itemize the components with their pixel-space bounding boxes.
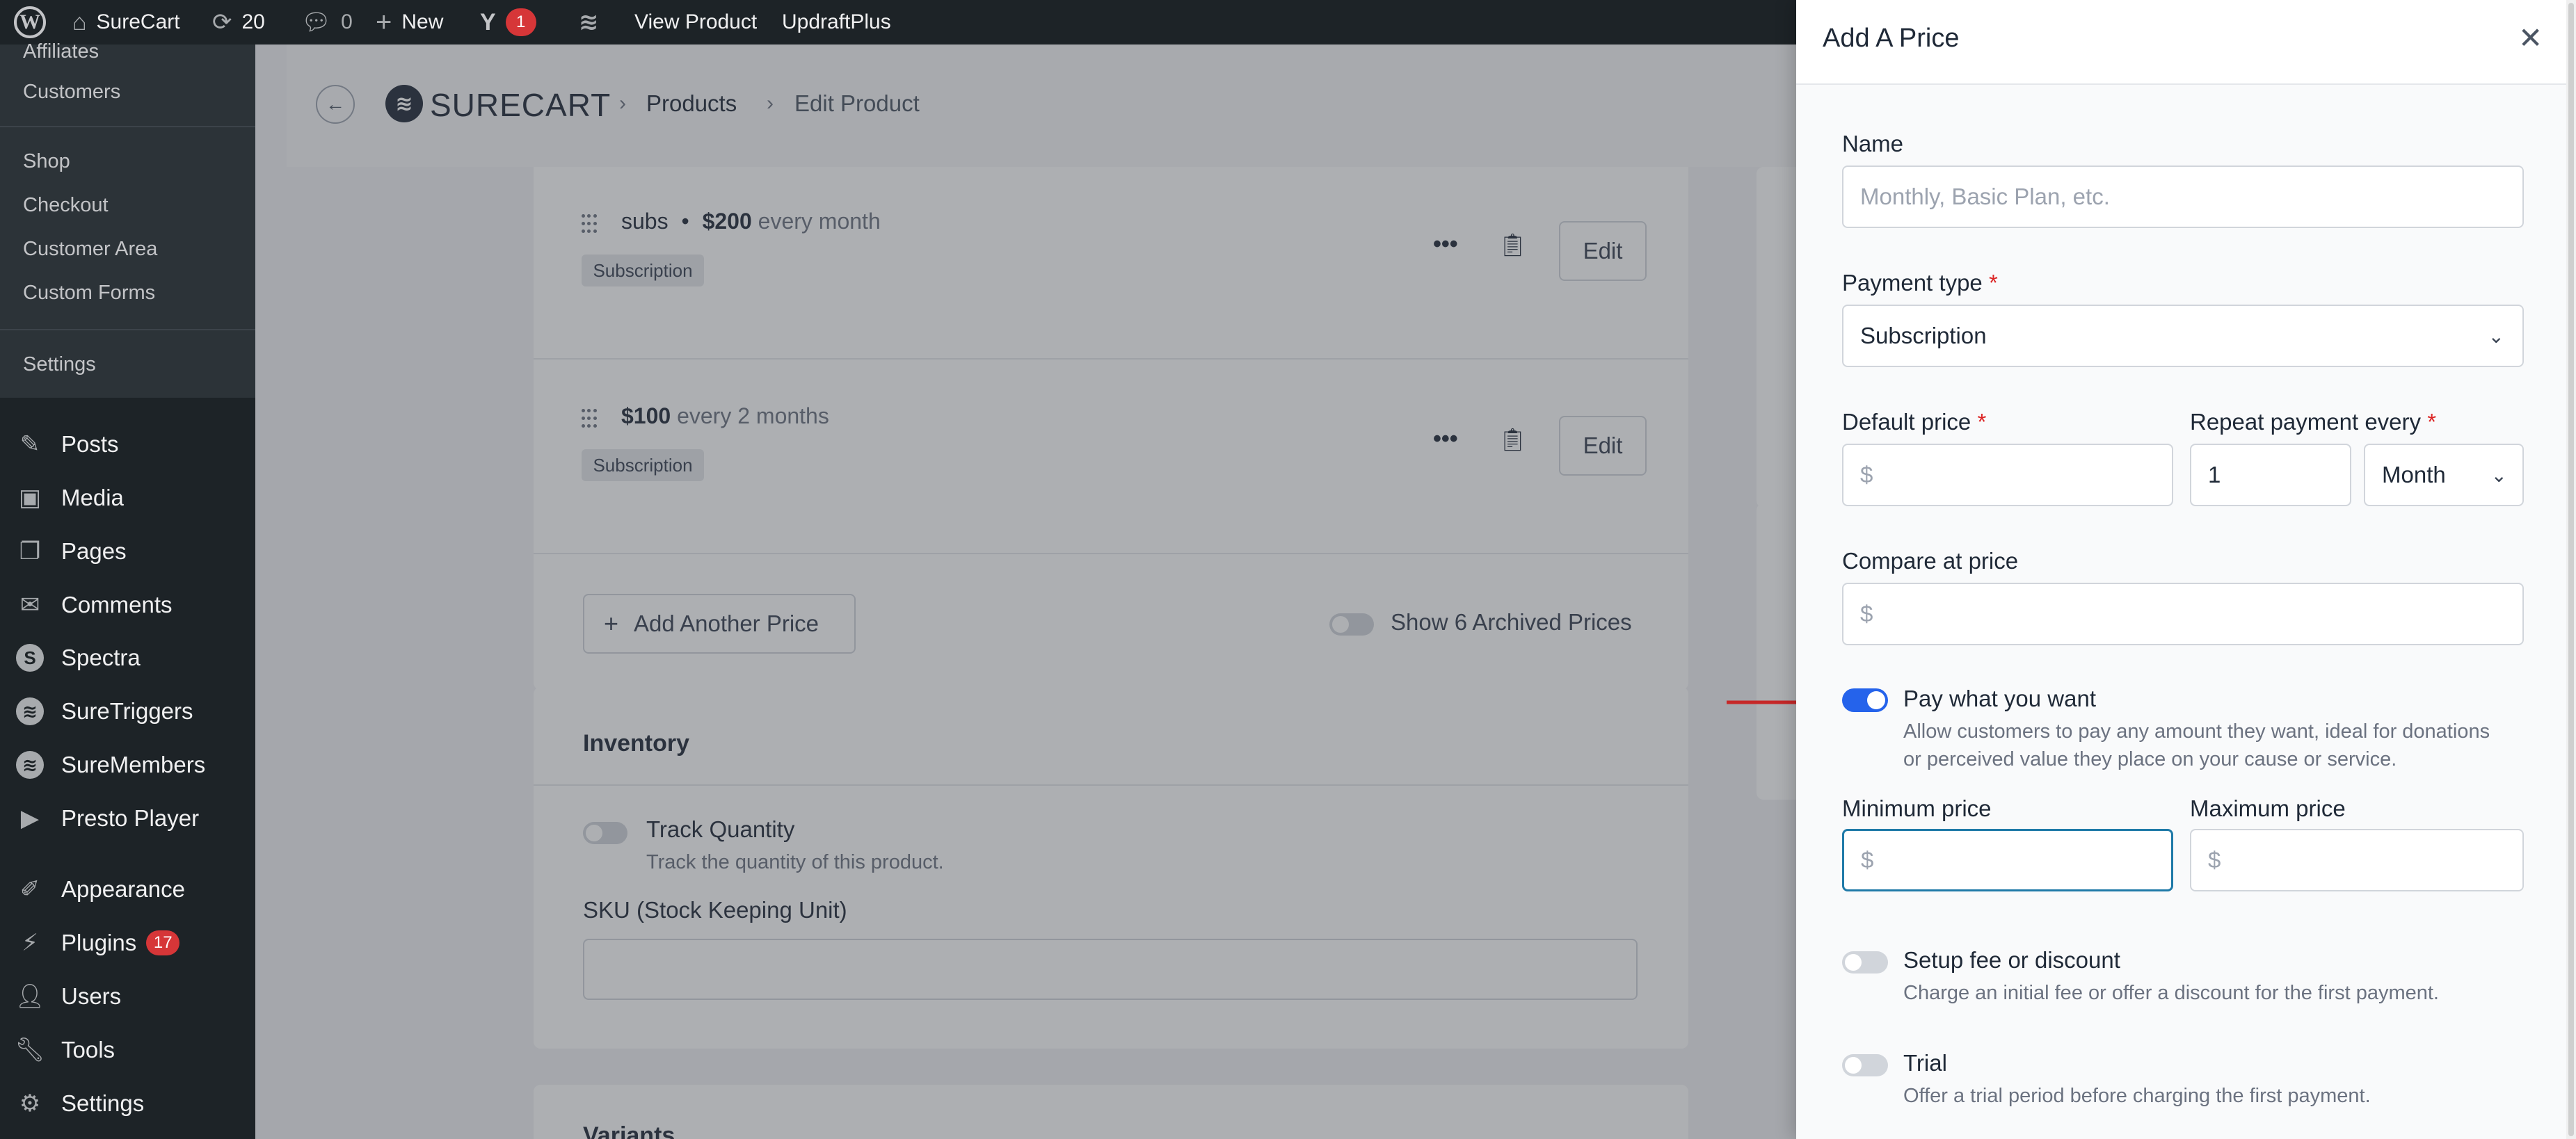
submenu-customer-area[interactable]: Customer Area <box>23 238 157 261</box>
default-price-label: Default price * <box>1842 409 1987 435</box>
close-icon[interactable]: ✕ <box>2518 21 2543 55</box>
sidebar-item-suretriggers[interactable]: ≋ SureTriggers <box>15 690 193 732</box>
suretriggers-icon: ≋ <box>15 697 45 726</box>
minimum-price-input[interactable]: $ <box>1842 829 2173 891</box>
media-icon: ▣ <box>18 485 42 511</box>
surecart-adminbar-icon[interactable]: ≋ <box>579 0 609 45</box>
repeat-interval-input[interactable]: 1 <box>2190 444 2351 506</box>
wordpress-logo-icon[interactable]: W <box>14 0 46 45</box>
sidebar-item-posts[interactable]: ✎ Posts <box>15 423 119 465</box>
comment-bubble-icon: 💬︎ <box>301 9 332 35</box>
user-icon: 👤︎ <box>15 983 45 1010</box>
repeat-unit-select[interactable]: Month ⌄ <box>2364 444 2524 506</box>
payment-type-label: Payment type * <box>1842 270 1998 296</box>
setup-fee-toggle[interactable] <box>1842 951 1888 974</box>
plug-icon: ⚡︎ <box>22 930 38 956</box>
submenu-settings[interactable]: Settings <box>23 353 96 376</box>
pay-what-you-want-label: Pay what you want <box>1903 686 2096 711</box>
updates-link[interactable]: ⟳ 20 <box>212 0 265 45</box>
plus-icon: + <box>376 6 392 38</box>
surecart-submenu: Affiliates Customers Shop Checkout Custo… <box>0 40 255 398</box>
sidebar-item-suremembers[interactable]: ≋ SureMembers <box>15 744 205 786</box>
submenu-shop[interactable]: Shop <box>23 150 70 173</box>
default-price-input[interactable]: $ <box>1842 444 2173 506</box>
chevron-down-icon: ⌄ <box>2490 464 2507 486</box>
chevron-down-icon: ⌄ <box>2488 325 2504 347</box>
settings-icon: ⚙ <box>19 1090 41 1117</box>
sidebar-item-media[interactable]: ▣ Media <box>15 477 124 519</box>
sidebar-item-appearance[interactable]: ✐ Appearance <box>15 869 185 910</box>
comments-icon: ✉ <box>19 592 40 618</box>
yoast-link[interactable]: Y 1 <box>480 0 536 45</box>
trial-description: Offer a trial period before charging the… <box>1903 1085 2371 1107</box>
sidebar-item-tools[interactable]: 🔧︎ Tools <box>15 1029 115 1071</box>
modal-overlay[interactable] <box>255 45 1796 1139</box>
site-name-link[interactable]: ⌂ SureCart <box>72 0 180 45</box>
submenu-divider <box>0 329 255 330</box>
setup-fee-description: Charge an initial fee or offer a discoun… <box>1903 982 2439 1004</box>
suremembers-icon: ≋ <box>15 750 45 779</box>
minimum-price-label: Minimum price <box>1842 795 1992 821</box>
sidebar-item-plugins[interactable]: ⚡︎ Plugins 17 <box>15 922 180 964</box>
repeat-payment-label: Repeat payment every * <box>2190 409 2437 435</box>
sidebar-item-users[interactable]: 👤︎ Users <box>15 976 121 1017</box>
plugins-update-badge: 17 <box>146 930 180 955</box>
compare-at-price-input[interactable]: $ <box>1842 583 2524 645</box>
maximum-price-label: Maximum price <box>2190 795 2346 821</box>
sidebar-item-pages[interactable]: ❐ Pages <box>15 531 127 572</box>
comments-link[interactable]: 💬︎ 0 <box>301 0 353 45</box>
sidebar-item-comments[interactable]: ✉ Comments <box>15 584 173 626</box>
yoast-icon: Y <box>480 8 496 35</box>
sidebar-item-settings[interactable]: ⚙ Settings <box>15 1083 145 1124</box>
trial-toggle[interactable] <box>1842 1054 1888 1076</box>
setup-fee-label: Setup fee or discount <box>1903 947 2120 973</box>
submenu-custom-forms[interactable]: Custom Forms <box>23 282 155 305</box>
pin-icon: ✎ <box>19 431 40 458</box>
drawer-scrollbar[interactable] <box>2566 0 2576 1139</box>
updraftplus-link[interactable]: UpdraftPlus <box>782 0 891 45</box>
refresh-icon: ⟳ <box>212 9 232 35</box>
home-icon: ⌂ <box>72 8 87 35</box>
name-label: Name <box>1842 131 1904 156</box>
new-content-link[interactable]: + New <box>376 0 443 45</box>
drawer-title: Add A Price <box>1823 24 1960 53</box>
brush-icon: ✐ <box>19 876 40 903</box>
pay-what-you-want-toggle[interactable] <box>1842 688 1888 712</box>
payment-type-select[interactable]: Subscription ⌄ <box>1842 305 2524 367</box>
play-icon: ▶ <box>20 805 40 832</box>
pages-icon: ❐ <box>19 538 41 565</box>
submenu-affiliates[interactable]: Affiliates <box>23 40 99 63</box>
sidebar-item-presto-player[interactable]: ▶ Presto Player <box>15 798 199 839</box>
pay-what-you-want-description: Allow customers to pay any amount they w… <box>1903 720 2490 770</box>
admin-sidebar: Affiliates Customers Shop Checkout Custo… <box>0 40 255 1139</box>
wrench-icon: 🔧︎ <box>15 1037 45 1063</box>
compare-at-price-label: Compare at price <box>1842 548 2019 574</box>
trial-label: Trial <box>1903 1050 1947 1076</box>
drawer-body: Name Monthly, Basic Plan, etc. Payment t… <box>1796 85 2576 1139</box>
name-input[interactable]: Monthly, Basic Plan, etc. <box>1842 165 2524 228</box>
submenu-customers[interactable]: Customers <box>23 81 120 104</box>
maximum-price-input[interactable]: $ <box>2190 829 2524 891</box>
view-product-link[interactable]: View Product <box>634 0 757 45</box>
spectra-icon: S <box>15 643 45 672</box>
sidebar-item-spectra[interactable]: S Spectra <box>15 637 141 679</box>
submenu-divider <box>0 126 255 127</box>
submenu-checkout[interactable]: Checkout <box>23 194 109 217</box>
add-price-drawer: Add A Price ✕ Name Monthly, Basic Plan, … <box>1796 0 2576 1139</box>
